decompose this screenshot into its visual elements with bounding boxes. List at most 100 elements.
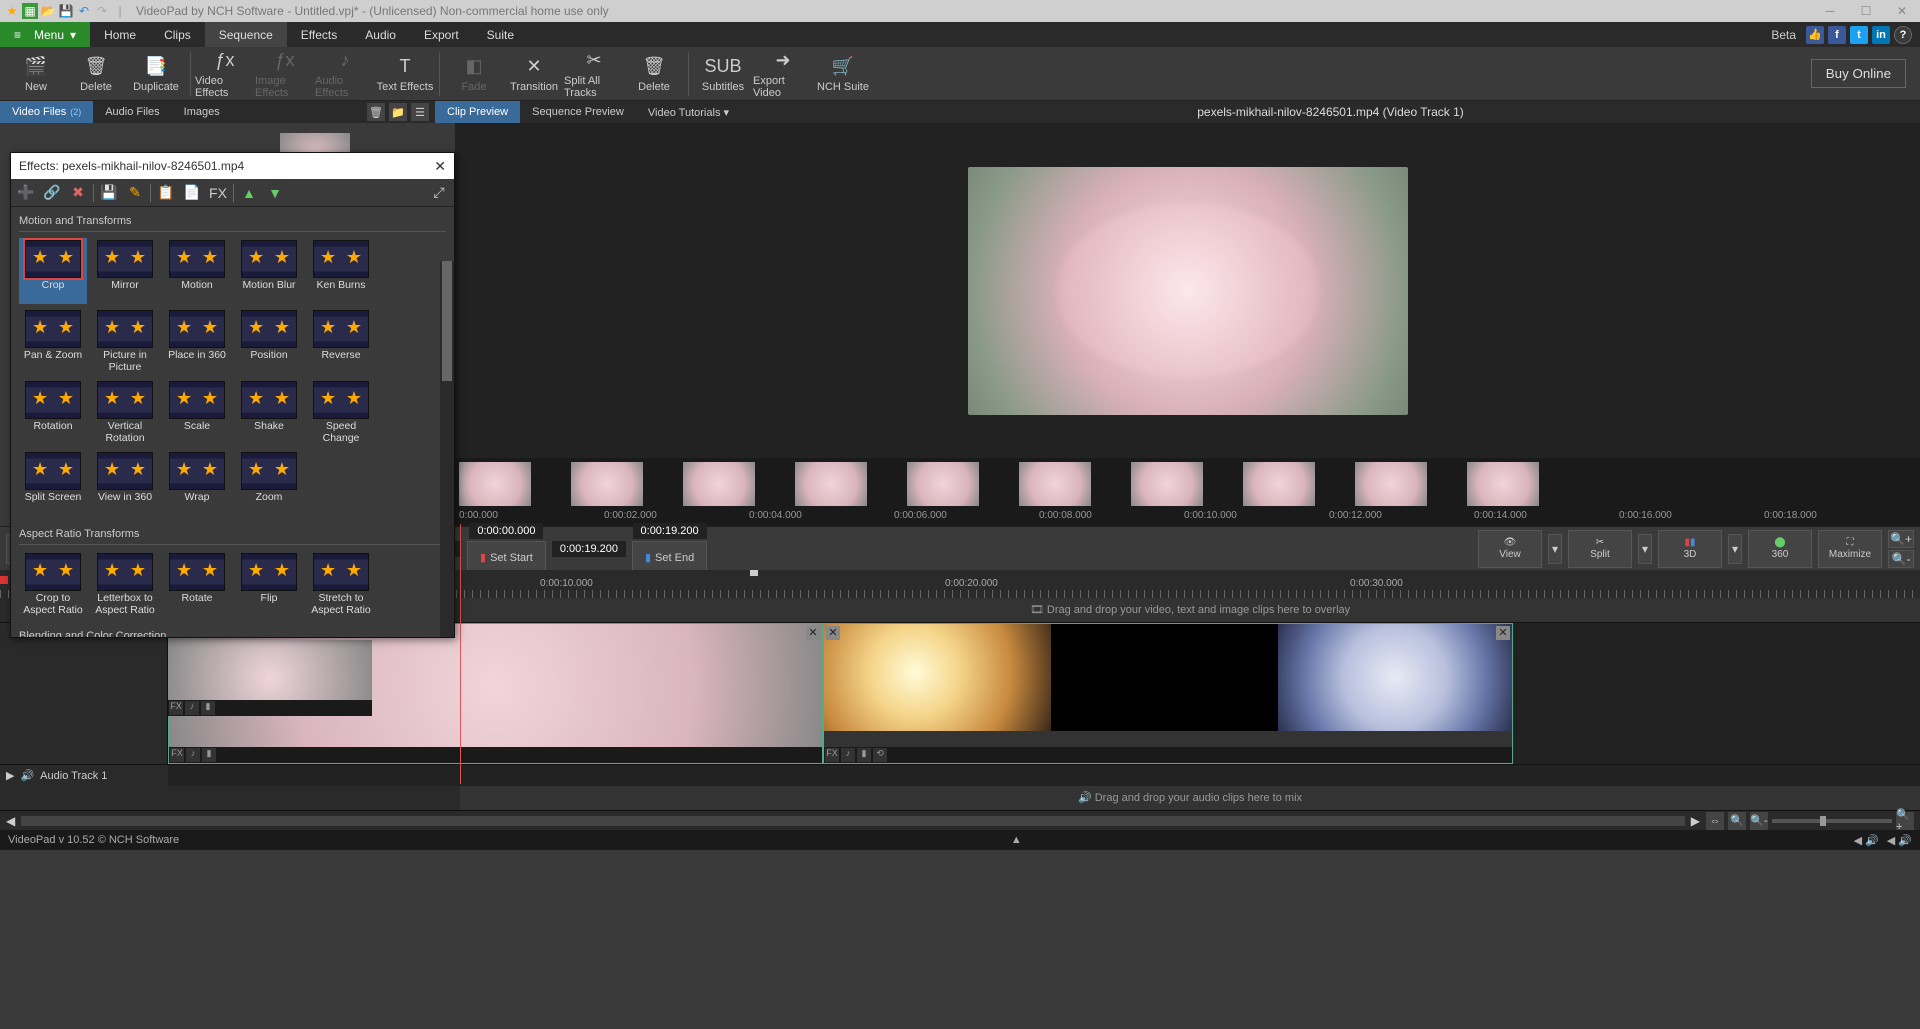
close-icon[interactable]: ✕ bbox=[434, 158, 446, 175]
add-effect-icon[interactable]: ➕ bbox=[15, 182, 37, 204]
effect-letterbox-to-aspect-ratio[interactable]: Letterbox to Aspect Ratio bbox=[91, 551, 159, 618]
menu-clips[interactable]: Clips bbox=[150, 22, 205, 47]
qat-open-icon[interactable]: 📂 bbox=[40, 3, 56, 19]
qat-undo-icon[interactable]: ↶ bbox=[76, 3, 92, 19]
effect-picture-in-picture[interactable]: Picture in Picture bbox=[91, 308, 159, 375]
effect-ken-burns[interactable]: Ken Burns bbox=[307, 238, 375, 304]
effect-zoom[interactable]: Zoom bbox=[235, 450, 303, 516]
filetab-images[interactable]: Images bbox=[172, 101, 232, 123]
zoom-slider[interactable] bbox=[1772, 819, 1892, 823]
timeline-scrollbar[interactable] bbox=[21, 816, 1685, 826]
list-view-icon[interactable]: ☰ bbox=[411, 103, 429, 121]
paste-icon[interactable]: 📄 bbox=[181, 182, 203, 204]
filetab-video-files[interactable]: Video Files (2) bbox=[0, 101, 93, 123]
ribbon-export-video[interactable]: ➜Export Video bbox=[753, 48, 813, 100]
filmstrip-thumb[interactable] bbox=[1019, 462, 1091, 506]
qat-save-icon[interactable]: 💾 bbox=[58, 3, 74, 19]
effects-scrollbar[interactable] bbox=[440, 261, 454, 637]
maximize-button[interactable]: ⛶Maximize bbox=[1818, 530, 1882, 568]
audio-track-body[interactable] bbox=[168, 765, 1920, 786]
ribbon-delete[interactable]: 🗑Delete bbox=[624, 48, 684, 100]
move-up-icon[interactable]: ▲ bbox=[238, 182, 260, 204]
qat-icon[interactable]: ▦ bbox=[22, 3, 38, 19]
3d-dropdown[interactable]: ▾ bbox=[1728, 534, 1742, 564]
effect-split-screen[interactable]: Split Screen bbox=[19, 450, 87, 516]
effect-motion-blur[interactable]: Motion Blur bbox=[235, 238, 303, 304]
prevtab-clip-preview[interactable]: Clip Preview bbox=[435, 101, 520, 123]
effect-flip[interactable]: Flip bbox=[235, 551, 303, 618]
filmstrip-thumb[interactable] bbox=[1243, 462, 1315, 506]
ribbon-transition[interactable]: ✕Transition bbox=[504, 48, 564, 100]
bin-clip-thumbnail[interactable]: FX♪▮ bbox=[168, 640, 372, 716]
fx-badge[interactable]: FX bbox=[825, 748, 839, 762]
effects-dialog-titlebar[interactable]: Effects: pexels-mikhail-nilov-8246501.mp… bbox=[11, 153, 454, 179]
split-button[interactable]: ✂Split bbox=[1568, 530, 1632, 568]
filmstrip-thumb[interactable] bbox=[795, 462, 867, 506]
3d-button[interactable]: ▮▮3D bbox=[1658, 530, 1722, 568]
menu-audio[interactable]: Audio bbox=[351, 22, 410, 47]
prevtab-sequence-preview[interactable]: Sequence Preview bbox=[520, 101, 636, 123]
fx-badge[interactable]: FX bbox=[170, 748, 184, 762]
ribbon-nch-suite[interactable]: 🛒NCH Suite bbox=[813, 48, 873, 100]
filmstrip-thumb[interactable] bbox=[683, 462, 755, 506]
edit-icon[interactable]: ✎ bbox=[124, 182, 146, 204]
qat-redo-icon[interactable]: ↷ bbox=[94, 3, 110, 19]
effect-speed-change[interactable]: Speed Change bbox=[307, 379, 375, 446]
effect-position[interactable]: Position bbox=[235, 308, 303, 375]
filmstrip-thumb[interactable] bbox=[571, 462, 643, 506]
zoom-fit-icon[interactable]: 🔍 bbox=[1728, 812, 1746, 830]
effect-pan--zoom[interactable]: Pan & Zoom bbox=[19, 308, 87, 375]
zoom-in-icon[interactable]: 🔍+ bbox=[1888, 530, 1914, 548]
effect-motion[interactable]: Motion bbox=[163, 238, 231, 304]
ribbon-video-effects[interactable]: ƒxVideo Effects bbox=[195, 48, 255, 100]
audio-badge[interactable]: ♪ bbox=[841, 748, 855, 762]
ribbon-text-effects[interactable]: TText Effects bbox=[375, 48, 435, 100]
effect-place-in-360[interactable]: Place in 360 bbox=[163, 308, 231, 375]
filmstrip[interactable] bbox=[455, 458, 1920, 510]
close-button[interactable]: ✕ bbox=[1888, 4, 1916, 18]
apply-all-icon[interactable]: FX bbox=[207, 182, 229, 204]
effect-shake[interactable]: Shake bbox=[235, 379, 303, 446]
status-expand-icon[interactable]: ▲ bbox=[179, 834, 1853, 846]
video-track-head[interactable] bbox=[0, 623, 168, 764]
effect-crop[interactable]: Crop bbox=[19, 238, 87, 304]
filmstrip-thumb[interactable] bbox=[1131, 462, 1203, 506]
clip-close-icon[interactable]: ✕ bbox=[806, 626, 820, 640]
filetab-audio-files[interactable]: Audio Files bbox=[93, 101, 171, 123]
effect-vertical-rotation[interactable]: Vertical Rotation bbox=[91, 379, 159, 446]
linkedin-icon[interactable]: in bbox=[1872, 26, 1890, 44]
effect-crop-to-aspect-ratio[interactable]: Crop to Aspect Ratio bbox=[19, 551, 87, 618]
move-down-icon[interactable]: ▼ bbox=[264, 182, 286, 204]
effect-view-in-360[interactable]: View in 360 bbox=[91, 450, 159, 516]
remove-effect-icon[interactable]: ✖ bbox=[67, 182, 89, 204]
snap-icon[interactable]: ⇔ bbox=[1706, 812, 1724, 830]
timeline-clip-2[interactable]: FX♪▮⟲ ✕ ✕ bbox=[823, 623, 1513, 764]
split-dropdown[interactable]: ▾ bbox=[1638, 534, 1652, 564]
ribbon-split-all-tracks[interactable]: ✂Split All Tracks bbox=[564, 48, 624, 100]
filmstrip-thumb[interactable] bbox=[907, 462, 979, 506]
prevtab-video-tutorials-[interactable]: Video Tutorials ▾ bbox=[636, 101, 741, 123]
add-bin-icon[interactable]: 📁 bbox=[389, 103, 407, 121]
maximize-button[interactable]: ☐ bbox=[1852, 4, 1880, 18]
clip-close-icon[interactable]: ✕ bbox=[1496, 626, 1510, 640]
audio-drop-zone[interactable]: 🔊 Drag and drop your audio clips here to… bbox=[460, 786, 1920, 810]
audio-badge[interactable]: ♪ bbox=[186, 748, 200, 762]
buy-online-button[interactable]: Buy Online bbox=[1811, 59, 1906, 88]
scroll-right-icon[interactable]: ▶ bbox=[1691, 814, 1700, 828]
view-button[interactable]: 👁View bbox=[1478, 530, 1542, 568]
add-chain-icon[interactable]: 🔗 bbox=[41, 182, 63, 204]
overlay-drop-zone[interactable]: 🎞 Drag and drop your video, text and ima… bbox=[460, 598, 1920, 622]
menu-effects[interactable]: Effects bbox=[287, 22, 351, 47]
zoom-out-icon[interactable]: 🔍- bbox=[1750, 812, 1768, 830]
zoom-in-icon[interactable]: 🔍+ bbox=[1896, 812, 1914, 830]
copy-icon[interactable]: 📋 bbox=[155, 182, 177, 204]
status-vol-left-icon[interactable]: ◀ 🔊 bbox=[1854, 834, 1879, 847]
expand-icon[interactable]: ▶ bbox=[6, 769, 14, 782]
delete-bin-icon[interactable]: 🗑 bbox=[367, 103, 385, 121]
menu-sequence[interactable]: Sequence bbox=[205, 22, 287, 47]
filmstrip-thumb[interactable] bbox=[1467, 462, 1539, 506]
save-preset-icon[interactable]: 💾 bbox=[98, 182, 120, 204]
video-track-body[interactable]: FX♪▮ ✕ FX♪▮⟲ ✕ ✕ bbox=[168, 623, 1920, 764]
filmstrip-thumb[interactable] bbox=[459, 462, 531, 506]
effect-rotation[interactable]: Rotation bbox=[19, 379, 87, 446]
